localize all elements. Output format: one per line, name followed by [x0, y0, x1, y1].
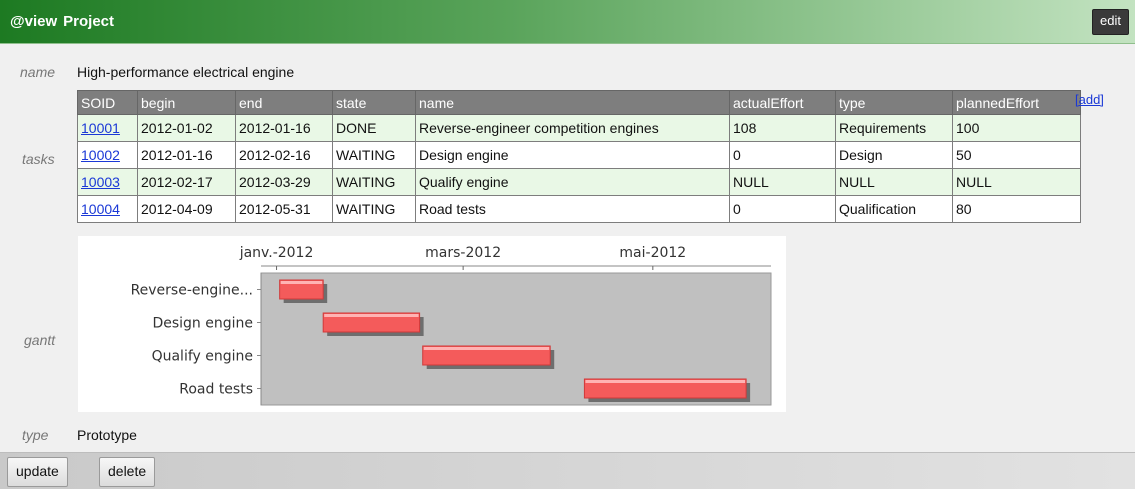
project-type-value: Prototype [77, 427, 137, 443]
column-header-end[interactable]: end [235, 90, 333, 115]
gantt-task-label: Qualify engine [152, 349, 253, 365]
gantt-bar-highlight [423, 347, 550, 350]
type-cell: NULL [835, 168, 953, 196]
type-field-label: type [22, 427, 49, 443]
state-cell: WAITING [332, 195, 416, 223]
begin-cell: 2012-04-09 [137, 195, 236, 223]
gantt-task-label: Design engine [152, 316, 253, 332]
gantt-task-label: Reverse-engine... [131, 283, 253, 299]
begin-cell: 2012-01-02 [137, 114, 236, 142]
begin-cell: 2012-01-16 [137, 141, 236, 169]
gantt-task-label: Road tests [179, 382, 253, 398]
gantt-bar-highlight [324, 314, 419, 317]
actual-effort-cell: NULL [729, 168, 836, 196]
page-title: Project [63, 13, 115, 30]
tasks-field-label: tasks [22, 151, 55, 167]
gantt-time-tick-label: mai-2012 [619, 245, 686, 261]
table-row: 10002 2012-01-16 2012-02-16 WAITING Desi… [77, 141, 1081, 169]
task-name-cell: Road tests [415, 195, 730, 223]
gantt-bar-highlight [280, 281, 323, 284]
state-cell: DONE [332, 114, 416, 142]
planned-effort-cell: NULL [952, 168, 1081, 196]
gantt-chart: janv.-2012 mars-2012 mai-2012 Reverse-engin… [78, 236, 786, 412]
tasks-header-row: SOID begin end state name actualEffort t… [77, 90, 1081, 115]
soid-cell[interactable]: 10004 [77, 195, 138, 223]
type-cell: Qualification [835, 195, 953, 223]
column-header-state[interactable]: state [332, 90, 416, 115]
edit-button[interactable]: edit [1092, 9, 1129, 35]
name-field-label: name [20, 64, 56, 80]
column-header-soid[interactable]: SOID [77, 90, 138, 115]
type-cell: Requirements [835, 114, 953, 142]
end-cell: 2012-02-16 [235, 141, 333, 169]
table-row: 10001 2012-01-02 2012-01-16 DONE Reverse… [77, 114, 1081, 142]
delete-button[interactable]: delete [99, 457, 156, 487]
view-header: @view Project edit [0, 0, 1135, 44]
column-header-planned-effort[interactable]: plannedEffort [952, 90, 1081, 115]
end-cell: 2012-05-31 [235, 195, 333, 223]
gantt-time-tick-label: janv.-2012 [239, 245, 314, 261]
update-button[interactable]: update [7, 457, 68, 487]
column-header-actual-effort[interactable]: actualEffort [729, 90, 836, 115]
tasks-table: SOID begin end state name actualEffort t… [77, 90, 1081, 223]
column-header-name[interactable]: name [415, 90, 730, 115]
actual-effort-cell: 108 [729, 114, 836, 142]
gantt-field-label: gantt [24, 332, 56, 348]
gantt-chart-svg: janv.-2012 mars-2012 mai-2012 Reverse-engin… [131, 245, 772, 406]
gantt-time-tick-label: mars-2012 [425, 245, 501, 261]
add-task-link[interactable]: [add] [1075, 92, 1104, 107]
end-cell: 2012-03-29 [235, 168, 333, 196]
table-row: 10004 2012-04-09 2012-05-31 WAITING Road… [77, 195, 1081, 223]
end-cell: 2012-01-16 [235, 114, 333, 142]
planned-effort-cell: 80 [952, 195, 1081, 223]
soid-cell[interactable]: 10001 [77, 114, 138, 142]
actual-effort-cell: 0 [729, 195, 836, 223]
actual-effort-cell: 0 [729, 141, 836, 169]
action-bar [0, 452, 1135, 489]
type-cell: Design [835, 141, 953, 169]
planned-effort-cell: 100 [952, 114, 1081, 142]
column-header-begin[interactable]: begin [137, 90, 236, 115]
soid-link[interactable]: 10002 [81, 147, 120, 163]
gantt-bar-highlight [585, 380, 746, 383]
soid-link[interactable]: 10001 [81, 120, 120, 136]
task-name-cell: Design engine [415, 141, 730, 169]
soid-link[interactable]: 10003 [81, 174, 120, 190]
soid-cell[interactable]: 10002 [77, 141, 138, 169]
task-name-cell: Qualify engine [415, 168, 730, 196]
soid-link[interactable]: 10004 [81, 201, 120, 217]
soid-cell[interactable]: 10003 [77, 168, 138, 196]
table-row: 10003 2012-02-17 2012-03-29 WAITING Qual… [77, 168, 1081, 196]
project-name-value: High-performance electrical engine [77, 64, 295, 80]
view-title: @view Project [10, 13, 114, 30]
column-header-type[interactable]: type [835, 90, 953, 115]
view-prefix: @view [10, 13, 58, 30]
task-name-cell: Reverse-engineer competition engines [415, 114, 730, 142]
planned-effort-cell: 50 [952, 141, 1081, 169]
state-cell: WAITING [332, 168, 416, 196]
begin-cell: 2012-02-17 [137, 168, 236, 196]
state-cell: WAITING [332, 141, 416, 169]
